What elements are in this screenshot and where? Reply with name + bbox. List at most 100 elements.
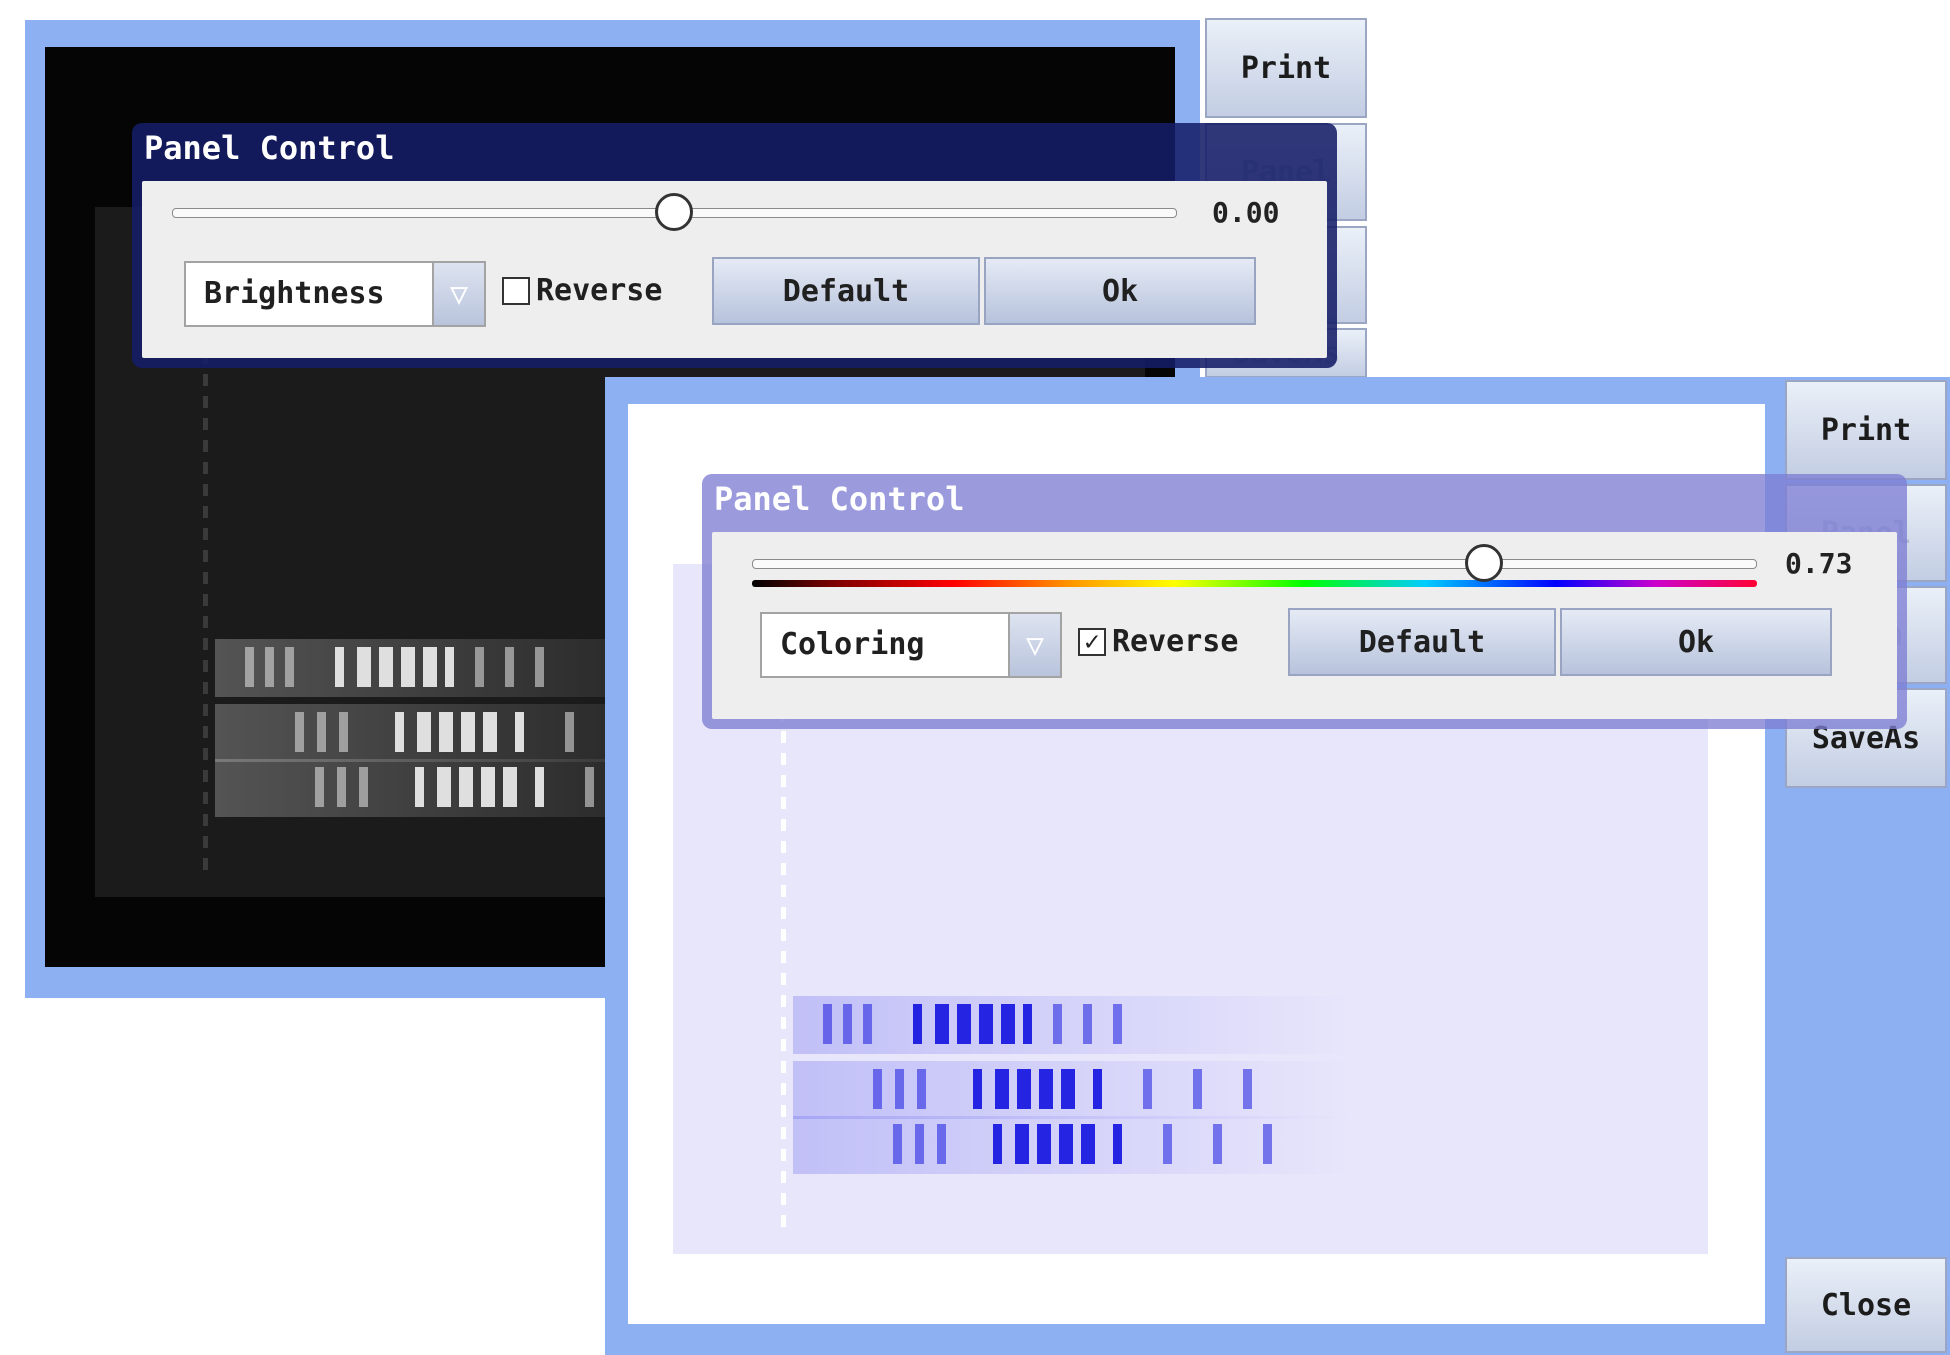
slider-knob-icon[interactable] [654, 193, 693, 231]
slider-value: 0.73 [1785, 547, 1853, 580]
gel-band [317, 712, 326, 752]
gel-band [1263, 1124, 1272, 1164]
gel-band [873, 1069, 882, 1109]
lane-marker [781, 775, 786, 787]
lane-marker [203, 484, 208, 496]
lane-marker [203, 550, 208, 562]
lane-marker [781, 1039, 786, 1051]
lane-marker [781, 907, 786, 919]
lane-marker [203, 792, 208, 804]
lane-marker [781, 1105, 786, 1117]
front-panel-control-dialog: Panel Control 0.73 Coloring ▽ ✓ Reverse … [702, 474, 1907, 729]
back-print-button[interactable]: Print [1205, 18, 1367, 118]
gel-band [973, 1069, 982, 1109]
gel-band [423, 647, 437, 687]
gel-band [401, 647, 415, 687]
panel-title: Panel Control [714, 480, 965, 518]
lane-marker [781, 863, 786, 875]
ok-button[interactable]: Ok [1560, 608, 1832, 676]
gel-band [461, 712, 475, 752]
panel-title: Panel Control [144, 129, 395, 167]
gel-band [957, 1004, 971, 1044]
default-button[interactable]: Default [712, 257, 980, 325]
gel-band [937, 1124, 946, 1164]
lane-marker [203, 616, 208, 628]
lane-marker [781, 1193, 786, 1205]
gel-band [1015, 1124, 1029, 1164]
gel-band [1143, 1069, 1152, 1109]
reverse-checkbox[interactable]: Reverse [502, 273, 662, 308]
gel-band [1061, 1069, 1075, 1109]
gel-band [1017, 1069, 1031, 1109]
gel-band [917, 1069, 926, 1109]
lane-marker [781, 841, 786, 853]
checkbox-icon[interactable]: ✓ [1078, 627, 1106, 656]
coloring-slider-track[interactable] [752, 559, 1757, 569]
gel-band [337, 767, 346, 807]
gel-band [475, 647, 484, 687]
lane-marker [781, 1017, 786, 1029]
lane-marker [781, 1215, 786, 1227]
front-close-button[interactable]: Close [1785, 1257, 1947, 1353]
gel-band [359, 767, 368, 807]
gel-band [1083, 1004, 1092, 1044]
lane-marker [781, 929, 786, 941]
gel-band [1023, 1004, 1032, 1044]
gel-band [481, 767, 495, 807]
gel-band [915, 1124, 924, 1164]
gel-band [823, 1004, 832, 1044]
gel-band [415, 767, 424, 807]
lane-marker [203, 858, 208, 870]
lane-marker [781, 1171, 786, 1183]
checkbox-icon[interactable] [502, 276, 530, 305]
default-button[interactable]: Default [1288, 608, 1556, 676]
gel-band [535, 767, 544, 807]
panel-body: 0.73 Coloring ▽ ✓ Reverse Default Ok [712, 532, 1897, 719]
lane-marker [781, 1083, 786, 1095]
ok-button[interactable]: Ok [984, 257, 1256, 325]
reverse-label: Reverse [1112, 624, 1239, 659]
reverse-label: Reverse [536, 273, 663, 308]
gel-band [445, 647, 454, 687]
triangle-down-icon[interactable]: ▽ [432, 263, 484, 325]
lane-marker [781, 1061, 786, 1073]
lane-marker [203, 638, 208, 650]
gel-band [379, 647, 393, 687]
mode-select-value: Coloring [780, 627, 925, 662]
mode-select[interactable]: Brightness ▽ [184, 261, 486, 327]
gel-band [1113, 1124, 1122, 1164]
lane-marker [781, 973, 786, 985]
gel-band [459, 767, 473, 807]
gel-band [585, 767, 594, 807]
gel-band [335, 647, 344, 687]
slider-knob-icon[interactable] [1465, 544, 1504, 582]
gel-band [439, 712, 453, 752]
gel-band [1243, 1069, 1252, 1109]
gel-band [1093, 1069, 1102, 1109]
gel-band [1001, 1004, 1015, 1044]
gel-band [913, 1004, 922, 1044]
triangle-down-icon[interactable]: ▽ [1008, 614, 1060, 676]
lane-marker [203, 396, 208, 408]
gel-band [895, 1069, 904, 1109]
lane-marker [781, 753, 786, 765]
gel-band [893, 1124, 902, 1164]
mode-select[interactable]: Coloring ▽ [760, 612, 1062, 678]
front-print-button[interactable]: Print [1785, 380, 1947, 480]
gel-band [315, 767, 324, 807]
lane-marker [203, 374, 208, 386]
gel-band [505, 647, 514, 687]
lane-marker [203, 704, 208, 716]
lane-marker [203, 462, 208, 474]
reverse-checkbox[interactable]: ✓ Reverse [1078, 624, 1238, 659]
gel-band [1059, 1124, 1073, 1164]
lane-marker [203, 418, 208, 430]
lane-marker [781, 951, 786, 963]
lane-marker [203, 440, 208, 452]
gel-band [863, 1004, 872, 1044]
lane-marker [781, 1149, 786, 1161]
lane-marker [203, 814, 208, 826]
gel-band [265, 647, 274, 687]
gel-band [339, 712, 348, 752]
lane-marker [781, 1127, 786, 1139]
